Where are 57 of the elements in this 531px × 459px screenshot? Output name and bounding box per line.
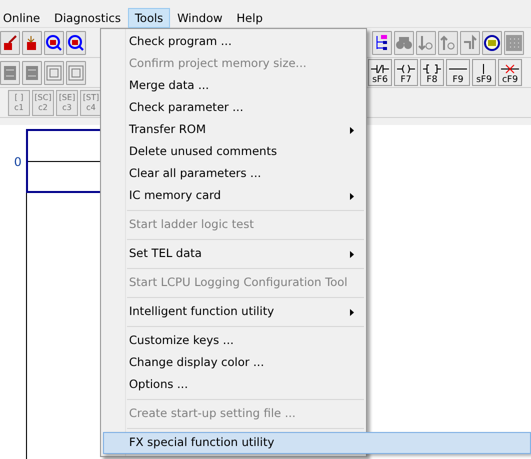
- block-icon: [23, 64, 41, 82]
- grid-icon: [505, 34, 523, 52]
- menu-item[interactable]: IC memory card: [101, 185, 366, 207]
- menu-item[interactable]: Customize keys ...: [101, 330, 366, 352]
- menu-item[interactable]: Set TEL data: [101, 243, 366, 265]
- pencil-icon: [1, 34, 19, 52]
- ladder-symbol-button[interactable]: cF9: [498, 59, 522, 86]
- menu-item[interactable]: Change display color ...: [101, 352, 366, 374]
- menu-item[interactable]: Intelligent function utility: [101, 301, 366, 323]
- menu-item[interactable]: Clear all parameters ...: [101, 163, 366, 185]
- box-icon: [45, 64, 63, 82]
- comment-button[interactable]: [SC] c2: [32, 90, 54, 116]
- menu-item[interactable]: Check parameter ...: [101, 97, 366, 119]
- menu-item[interactable]: Options ...: [101, 374, 366, 396]
- block-button[interactable]: [22, 60, 42, 84]
- menu-item[interactable]: Window: [170, 8, 230, 28]
- pencil-button[interactable]: [0, 30, 20, 54]
- device-button[interactable]: [482, 30, 502, 54]
- comment-button[interactable]: [ ] c1: [8, 90, 30, 116]
- menu-item[interactable]: Merge data ...: [101, 75, 366, 97]
- ladder-symbol-icon: [397, 64, 415, 74]
- ladder-symbol-button[interactable]: sF6: [368, 59, 392, 86]
- zoom-button[interactable]: [66, 30, 86, 54]
- comment-button[interactable]: [SE] c3: [56, 90, 78, 116]
- transfer-button[interactable]: [22, 30, 42, 54]
- zoom-icon: [45, 34, 63, 52]
- ladder-symbol-button[interactable]: F7: [394, 59, 418, 86]
- block-button[interactable]: [0, 60, 20, 84]
- ladder-symbol-button[interactable]: sF9: [472, 59, 496, 86]
- step-number: 0: [14, 154, 22, 171]
- menu-item[interactable]: Online: [0, 8, 48, 28]
- menu-item[interactable]: Help: [230, 8, 270, 28]
- box-button[interactable]: [66, 60, 86, 84]
- down-arrow-button[interactable]: [416, 30, 436, 54]
- menu-item[interactable]: Check program ...: [101, 31, 366, 53]
- box-icon: [67, 64, 85, 82]
- menu-item[interactable]: Tools: [128, 8, 170, 28]
- ladder-symbol-icon: [371, 64, 389, 74]
- ladder-symbol-icon: [423, 64, 441, 74]
- menu-item[interactable]: FX special function utility: [103, 432, 531, 454]
- up-arrow-button[interactable]: [438, 30, 458, 54]
- menu-item[interactable]: Delete unused comments: [101, 141, 366, 163]
- menu-item[interactable]: Diagnostics: [47, 8, 128, 28]
- box-button[interactable]: [44, 60, 64, 84]
- ladder-symbol-button[interactable]: F9: [446, 59, 470, 86]
- ladder-symbol-button[interactable]: F8: [420, 59, 444, 86]
- device-icon: [483, 34, 501, 52]
- block-icon: [1, 64, 19, 82]
- menu-item[interactable]: Transfer ROM: [101, 119, 366, 141]
- comment-button[interactable]: [ST] c4: [80, 90, 102, 116]
- down-arrow-icon: [417, 34, 435, 52]
- tree-button[interactable]: [372, 30, 392, 54]
- up-arrow-icon: [439, 34, 457, 52]
- zoom-icon: [67, 34, 85, 52]
- swap-icon: [461, 34, 479, 52]
- zoom-button[interactable]: [44, 30, 64, 54]
- ladder-symbol-icon: [501, 64, 519, 74]
